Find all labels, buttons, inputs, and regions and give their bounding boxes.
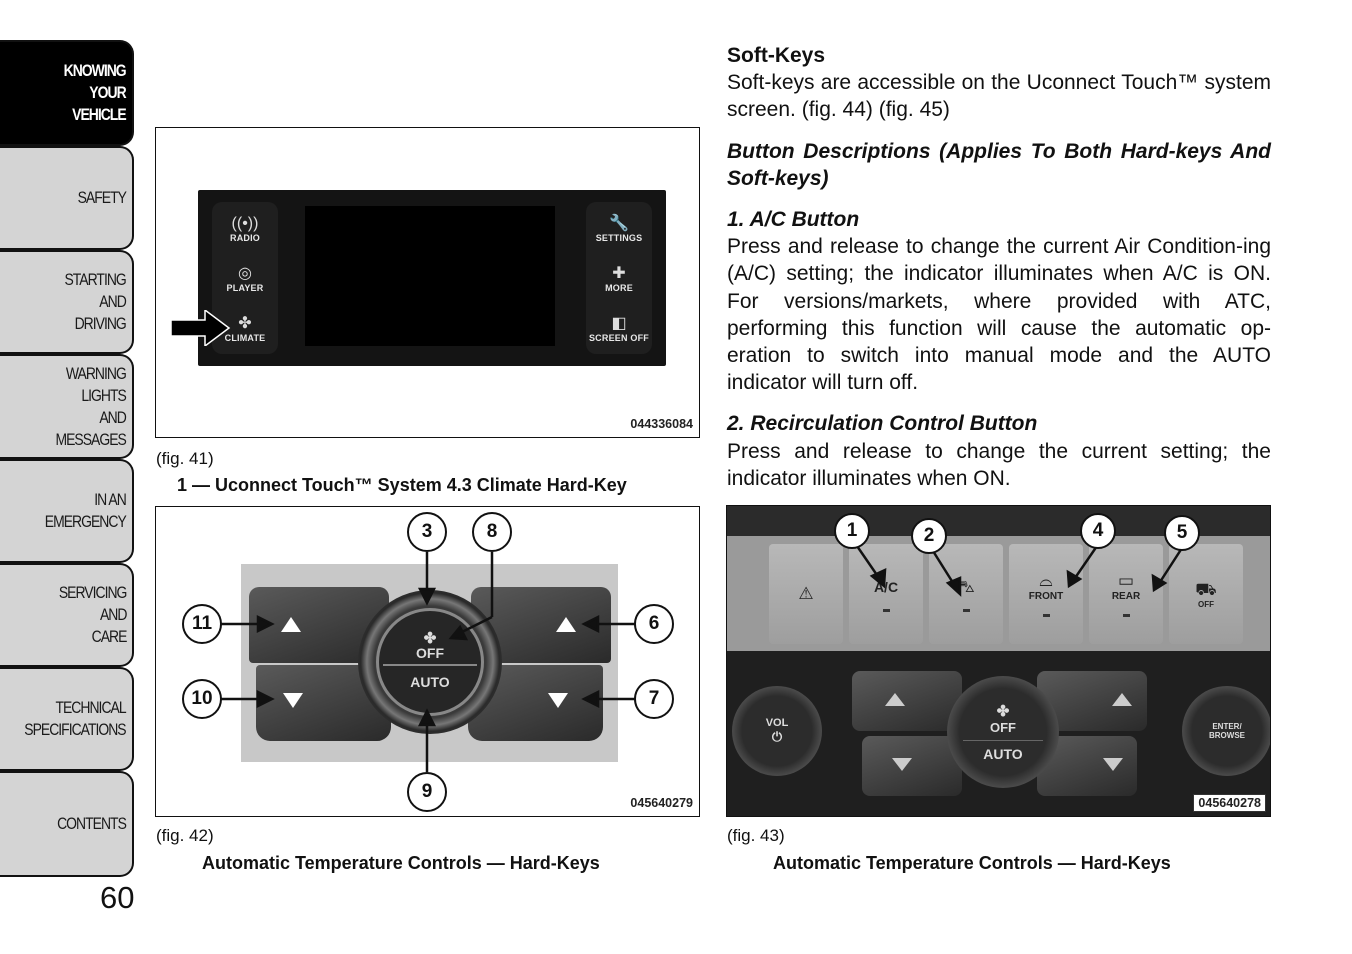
- player-key: ◎ PLAYER: [212, 254, 278, 304]
- fan-icon: ✤: [238, 315, 252, 332]
- callout-2: 2: [911, 518, 947, 554]
- callout-5: 5: [1164, 515, 1200, 551]
- recirculation-body: Press and release to change the current …: [727, 439, 1271, 490]
- callout-8: 8: [472, 512, 512, 552]
- screen-off-icon: ◧: [611, 315, 627, 332]
- uconnect-panel: ((•)) RADIO ◎ PLAYER ✤ CLIMATE 🔧 SETTING…: [198, 190, 666, 366]
- ac-button-heading: 1. A/C Button: [727, 208, 860, 232]
- tab-servicing-and-care[interactable]: SERVICING AND CARE: [0, 563, 134, 667]
- callout-3: 3: [407, 512, 447, 552]
- tab-label: TECHNICAL SPECIFICATIONS: [24, 698, 127, 739]
- figure-code: 044336084: [630, 417, 693, 431]
- figure-41-image: ((•)) RADIO ◎ PLAYER ✤ CLIMATE 🔧 SETTING…: [155, 127, 700, 438]
- callout-11: 11: [182, 604, 222, 644]
- key-label: MORE: [605, 283, 633, 293]
- key-label: RADIO: [230, 233, 260, 243]
- wrench-icon: 🔧: [609, 215, 629, 232]
- callout-arrows: [855, 545, 1184, 597]
- ac-button-body: Press and release to change the current …: [727, 235, 1271, 395]
- figure-42-label: (fig. 42): [156, 826, 214, 845]
- callout-1: 1: [834, 513, 870, 549]
- pointer-arrow-icon: [171, 310, 231, 346]
- plus-icon: ✚: [612, 265, 626, 282]
- screen-off-key: ◧ SCREEN OFF: [586, 304, 652, 354]
- callout-10: 10: [182, 679, 222, 719]
- figure-43-image: ⚠ A/C ⛍ ⌓ FRONT ▭ REAR ⛟ OFF ✤ OFF AUTO …: [726, 505, 1271, 817]
- tab-label: KNOWING YOUR VEHICLE: [63, 61, 127, 124]
- callout-6: 6: [634, 604, 674, 644]
- figure-43-caption: Automatic Temperature Controls — Hard-Ke…: [773, 853, 1171, 873]
- tab-label: SERVICING AND CARE: [58, 583, 127, 646]
- tab-label: SAFETY: [77, 188, 127, 207]
- figure-42-caption: Automatic Temperature Controls — Hard-Ke…: [202, 853, 600, 873]
- settings-key: 🔧 SETTINGS: [586, 204, 652, 254]
- tab-label: CONTENTS: [57, 814, 127, 833]
- soft-keys-heading: Soft-Keys: [727, 44, 826, 67]
- body-text-column: Soft-Keys Soft-keys are accessible on th…: [727, 42, 1271, 492]
- more-key: ✚ MORE: [586, 254, 652, 304]
- page-number: 60: [100, 880, 135, 915]
- tab-contents[interactable]: CONTENTS: [0, 771, 134, 877]
- key-label: SETTINGS: [595, 233, 643, 243]
- button-descriptions-heading: Button Descriptions (Applies To Both Har…: [727, 139, 1271, 190]
- figure-41-label: (fig. 41): [156, 449, 214, 468]
- figure-41-caption: 1 — Uconnect Touch™ System 4.3 Climate H…: [177, 475, 627, 495]
- tab-label: STARTING AND DRIVING: [64, 270, 127, 333]
- figure-42-image: ✤ OFF AUTO 3 8 11 6 10 7 9 045640279: [155, 506, 700, 817]
- tab-knowing-your-vehicle[interactable]: KNOWING YOUR VEHICLE: [0, 40, 134, 146]
- key-label: PLAYER: [226, 283, 264, 293]
- callout-9: 9: [407, 772, 447, 812]
- radio-antenna-icon: ((•)): [231, 215, 259, 232]
- tab-starting-and-driving[interactable]: STARTING AND DRIVING: [0, 250, 134, 354]
- figure-code: 045640279: [630, 796, 693, 810]
- player-disc-icon: ◎: [238, 265, 252, 282]
- tab-label: IN AN EMERGENCY: [44, 490, 127, 531]
- radio-key: ((•)) RADIO: [212, 204, 278, 254]
- callout-4: 4: [1080, 513, 1116, 549]
- callout-7: 7: [634, 679, 674, 719]
- tab-in-an-emergency[interactable]: IN AN EMERGENCY: [0, 459, 134, 563]
- soft-keys-body: Soft-keys are accessible on the Uconnect…: [727, 71, 1271, 122]
- figure-43-label: (fig. 43): [727, 826, 785, 845]
- recirculation-heading: 2. Recirculation Control Button: [727, 412, 1038, 436]
- right-hard-keys: 🔧 SETTINGS ✚ MORE ◧ SCREEN OFF: [586, 202, 652, 354]
- figure-code: 045640278: [1193, 794, 1266, 812]
- tab-safety[interactable]: SAFETY: [0, 146, 134, 250]
- key-label: SCREEN OFF: [588, 333, 649, 343]
- tab-warning-lights[interactable]: WARNING LIGHTS AND MESSAGES: [0, 354, 134, 459]
- tab-technical-specifications[interactable]: TECHNICAL SPECIFICATIONS: [0, 667, 134, 771]
- callout-arrows: [220, 552, 636, 772]
- tab-label: WARNING LIGHTS AND MESSAGES: [55, 363, 127, 449]
- display-screen: [305, 206, 555, 346]
